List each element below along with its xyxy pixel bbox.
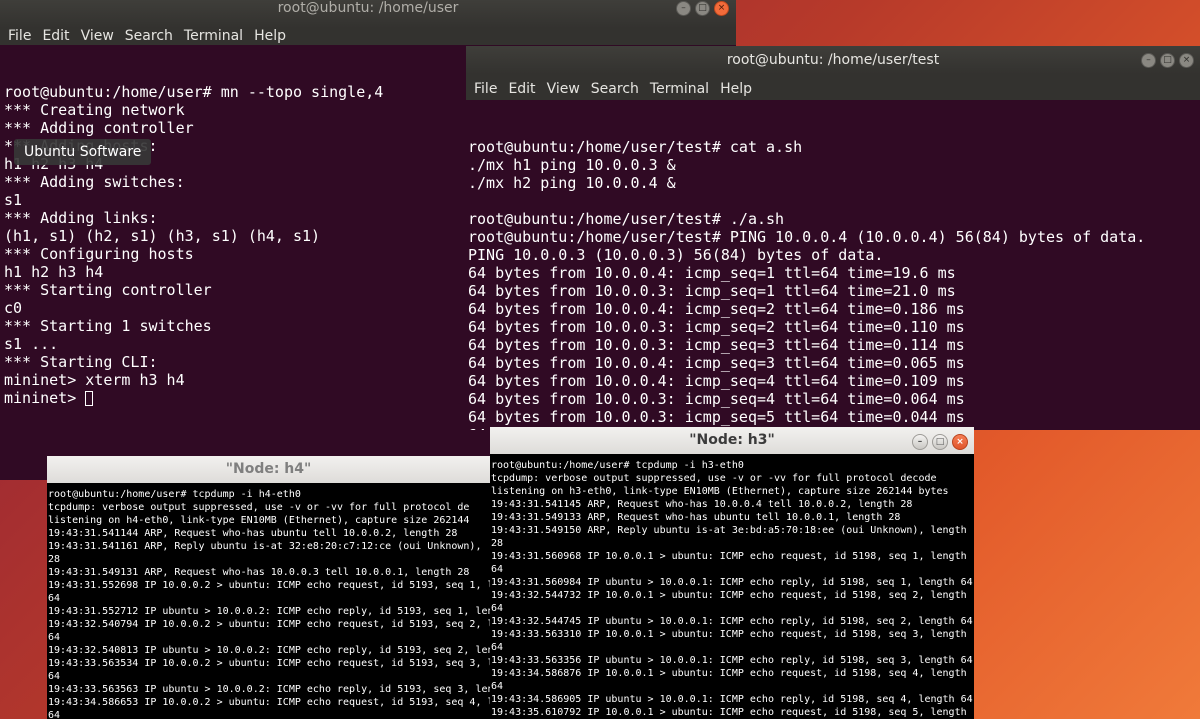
- terminal-output[interactable]: root@ubuntu:/home/user/test# cat a.sh ./m…: [466, 100, 1200, 430]
- window-title: "Node: h4": [225, 461, 312, 477]
- output-line: 64 bytes from 10.0.0.3: icmp_seq=4 ttl=6…: [468, 390, 965, 408]
- menu-file[interactable]: File: [8, 28, 31, 44]
- output-line: 64: [48, 593, 61, 604]
- window-title: root@ubuntu: /home/user/test: [726, 52, 940, 68]
- menu-bar: File Edit View Search Terminal Help: [466, 74, 1200, 100]
- window-title: root@ubuntu: /home/user: [277, 0, 459, 16]
- output-line: 64: [491, 564, 504, 575]
- menu-help[interactable]: Help: [254, 28, 286, 44]
- output-line: 19:43:34.586905 IP ubuntu > 10.0.0.1: IC…: [491, 694, 973, 705]
- minimize-icon[interactable]: –: [912, 434, 928, 450]
- minimize-icon[interactable]: –: [676, 1, 691, 16]
- output-line: root@ubuntu:/home/user/test# ./a.sh: [468, 210, 785, 228]
- output-line: 28: [491, 538, 504, 549]
- output-line: tcpdump: verbose output suppressed, use …: [491, 473, 937, 484]
- output-line: 19:43:31.552698 IP 10.0.0.2 > ubuntu: IC…: [48, 580, 490, 591]
- menu-edit[interactable]: Edit: [42, 28, 69, 44]
- output-line: 64: [491, 603, 504, 614]
- output-line: 28: [48, 554, 61, 565]
- output-line: listening on h3-eth0, link-type EN10MB (…: [491, 486, 949, 497]
- menu-view[interactable]: View: [81, 28, 114, 44]
- output-line: 19:43:33.563563 IP ubuntu > 10.0.0.2: IC…: [48, 684, 490, 695]
- menu-bar: File Edit View Search Terminal Help: [0, 28, 736, 45]
- output-line: 64: [48, 632, 61, 643]
- output-line: 19:43:31.552712 IP ubuntu > 10.0.0.2: IC…: [48, 606, 490, 617]
- output-line: 64 bytes from 10.0.0.3: icmp_seq=5 ttl=6…: [468, 408, 965, 426]
- terminal-output[interactable]: root@ubuntu:/home/user# tcpdump -i h4-et…: [47, 483, 490, 719]
- output-line: 19:43:32.540813 IP ubuntu > 10.0.0.2: IC…: [48, 645, 490, 656]
- output-line: root@ubuntu:/home/user/test# cat a.sh: [468, 138, 803, 156]
- window-titlebar[interactable]: "Node: h3" – □ ×: [490, 427, 974, 454]
- close-icon[interactable]: ×: [952, 434, 968, 450]
- output-line: 19:43:31.541145 ARP, Request who-has 10.…: [491, 499, 913, 510]
- prompt-text: mininet>: [4, 389, 86, 407]
- output-line: 19:43:31.549131 ARP, Request who-has 10.…: [48, 567, 470, 578]
- output-line: 19:43:33.563356 IP ubuntu > 10.0.0.1: IC…: [491, 655, 973, 666]
- output-line: 64 bytes from 10.0.0.3: icmp_seq=1 ttl=6…: [468, 282, 956, 300]
- output-line: 19:43:34.586653 IP 10.0.0.2 > ubuntu: IC…: [48, 697, 490, 708]
- output-line: 64 bytes from 10.0.0.3: icmp_seq=3 ttl=6…: [468, 336, 965, 354]
- xterm-window-h4[interactable]: "Node: h4" root@ubuntu:/home/user# tcpdu…: [47, 456, 490, 719]
- output-line: 64: [491, 681, 504, 692]
- output-line: 64 bytes from 10.0.0.4: icmp_seq=2 ttl=6…: [468, 300, 965, 318]
- output-line: 19:43:32.544745 IP ubuntu > 10.0.0.1: IC…: [491, 616, 973, 627]
- maximize-icon[interactable]: □: [932, 434, 948, 450]
- output-line: 64 bytes from 10.0.0.4: icmp_seq=3 ttl=6…: [468, 354, 965, 372]
- output-line: listening on h4-eth0, link-type EN10MB (…: [48, 515, 470, 526]
- output-line: 64: [48, 671, 61, 682]
- output-line: 19:43:34.586876 IP 10.0.0.1 > ubuntu: IC…: [491, 668, 967, 679]
- output-line: 19:43:31.549133 ARP, Request who-has ubu…: [491, 512, 901, 523]
- minimize-icon[interactable]: –: [1141, 53, 1156, 68]
- output-line: 64 bytes from 10.0.0.3: icmp_seq=2 ttl=6…: [468, 318, 965, 336]
- output-line: 19:43:31.549150 ARP, Reply ubuntu is-at …: [491, 525, 967, 536]
- window-titlebar[interactable]: root@ubuntu: /home/user/test – □ ×: [466, 46, 1200, 74]
- output-line: 19:43:31.541161 ARP, Reply ubuntu is-at …: [48, 541, 482, 552]
- tooltip: Ubuntu Software: [14, 139, 152, 165]
- output-line: PING 10.0.0.3 (10.0.0.3) 56(84) bytes of…: [468, 246, 884, 264]
- output-line: 19:43:35.610792 IP 10.0.0.1 > ubuntu: IC…: [491, 707, 967, 718]
- output-line: root@ubuntu:/home/user# tcpdump -i h4-et…: [48, 489, 301, 500]
- menu-terminal[interactable]: Terminal: [184, 28, 243, 44]
- terminal-window-test[interactable]: root@ubuntu: /home/user/test – □ × File E…: [466, 46, 1200, 430]
- terminal-output[interactable]: root@ubuntu:/home/user# tcpdump -i h3-et…: [490, 454, 974, 719]
- output-line: 64 bytes from 10.0.0.4: icmp_seq=1 ttl=6…: [468, 264, 956, 282]
- output-line: 19:43:33.563534 IP 10.0.0.2 > ubuntu: IC…: [48, 658, 490, 669]
- output-line: 19:43:31.560984 IP ubuntu > 10.0.0.1: IC…: [491, 577, 973, 588]
- text-cursor: [85, 391, 94, 406]
- output-line: 64: [48, 710, 61, 719]
- close-icon[interactable]: ×: [714, 1, 729, 16]
- output-line: root@ubuntu:/home/user# tcpdump -i h3-et…: [491, 460, 744, 471]
- window-title: "Node: h3": [689, 432, 775, 448]
- xterm-window-h3[interactable]: "Node: h3" – □ × root@ubuntu:/home/user#…: [490, 427, 974, 719]
- output-line: 19:43:31.560968 IP 10.0.0.1 > ubuntu: IC…: [491, 551, 967, 562]
- output-line: 19:43:32.540794 IP 10.0.0.2 > ubuntu: IC…: [48, 619, 490, 630]
- output-line: ./mx h2 ping 10.0.0.4 &: [468, 174, 676, 192]
- maximize-icon[interactable]: □: [695, 1, 710, 16]
- window-titlebar[interactable]: "Node: h4": [47, 456, 490, 483]
- menu-search[interactable]: Search: [125, 28, 173, 44]
- tooltip-text: Ubuntu Software: [24, 144, 142, 160]
- output-line: tcpdump: verbose output suppressed, use …: [48, 502, 470, 513]
- output-line: ./mx h1 ping 10.0.0.3 &: [468, 156, 676, 174]
- output-line: root@ubuntu:/home/user/test# PING 10.0.0…: [468, 228, 1146, 246]
- close-icon[interactable]: ×: [1179, 53, 1194, 68]
- window-titlebar[interactable]: root@ubuntu: /home/user – □ ×: [0, 0, 736, 28]
- output-line: 64 bytes from 10.0.0.4: icmp_seq=4 ttl=6…: [468, 372, 965, 390]
- output-line: 19:43:31.541144 ARP, Request who-has ubu…: [48, 528, 458, 539]
- maximize-icon[interactable]: □: [1160, 53, 1175, 68]
- output-line: 19:43:32.544732 IP 10.0.0.1 > ubuntu: IC…: [491, 590, 967, 601]
- output-line: 19:43:33.563310 IP 10.0.0.1 > ubuntu: IC…: [491, 629, 967, 640]
- output-line: 64: [491, 642, 504, 653]
